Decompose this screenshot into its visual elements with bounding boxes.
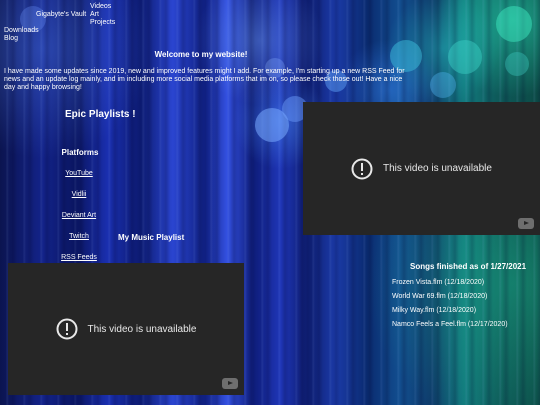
exclamation-circle-icon (351, 158, 373, 179)
exclamation-circle-icon (56, 318, 78, 340)
video-player-1[interactable]: This video is unavailable (303, 102, 540, 235)
youtube-logo-icon[interactable] (222, 378, 238, 389)
video-unavailable-text: This video is unavailable (87, 323, 197, 335)
platform-link-youtube[interactable]: YouTube (40, 170, 118, 178)
bokeh-decoration (496, 6, 532, 42)
song-item: Frozen Vista.flm (12/18/2020) (392, 279, 485, 286)
nav-downloads[interactable]: Downloads (4, 27, 39, 35)
bokeh-decoration (448, 40, 482, 74)
welcome-text-line-2: news and an update log mainly, and im in… (4, 76, 403, 83)
nav-videos[interactable]: Videos (90, 3, 111, 11)
song-item: Namco Feels a Feel.flm (12/17/2020) (392, 321, 508, 328)
youtube-logo-icon[interactable] (518, 218, 534, 229)
music-playlist-title: My Music Playlist (118, 233, 185, 242)
bokeh-decoration (505, 52, 529, 76)
bokeh-decoration (255, 108, 289, 142)
welcome-text-line-1: I have made some updates since 2019, new… (4, 68, 405, 75)
platform-link-rss[interactable]: RSS Feeds (40, 254, 118, 262)
nav-vault[interactable]: Gigabyte's Vault (36, 11, 86, 19)
video-unavailable-message: This video is unavailable (8, 318, 244, 340)
nav-blog[interactable]: Blog (4, 35, 18, 43)
video-player-2[interactable]: This video is unavailable (8, 263, 244, 395)
bokeh-decoration (430, 72, 456, 98)
video-unavailable-message: This video is unavailable (303, 158, 540, 180)
platform-link-vidlii[interactable]: Vidlii (40, 191, 118, 199)
video-unavailable-text: This video is unavailable (383, 163, 492, 174)
nav-art[interactable]: Art (90, 11, 99, 19)
nav-projects[interactable]: Projects (90, 19, 115, 27)
playlists-title: Epic Playlists ! (65, 109, 136, 120)
platforms-title: Platforms (61, 148, 99, 157)
welcome-text-line-3: day and happy browsing! (4, 84, 82, 91)
platform-link-twitch[interactable]: Twitch (40, 233, 118, 241)
song-item: Milky Way.flm (12/18/2020) (392, 307, 477, 314)
songs-title: Songs finished as of 1/27/2021 (410, 262, 527, 271)
song-item: World War 69.flm (12/18/2020) (392, 293, 488, 300)
platform-link-deviantart[interactable]: Deviant Art (40, 212, 118, 220)
welcome-title: Welcome to my website! (154, 50, 248, 59)
